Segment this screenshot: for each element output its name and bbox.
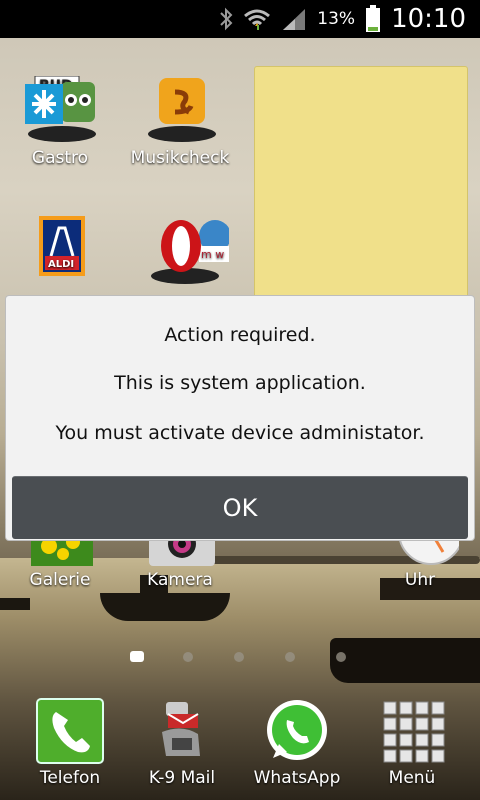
- page-dot[interactable]: [336, 652, 346, 662]
- battery-icon: [365, 5, 381, 33]
- status-bar: 13% 10:10: [0, 0, 480, 38]
- ok-button[interactable]: OK: [12, 476, 468, 539]
- alert-dialog: Action required. This is system applicat…: [5, 295, 475, 541]
- app-label: Kamera: [147, 570, 213, 590]
- dock-k9-mail[interactable]: K-9 Mail: [122, 698, 242, 788]
- aldi-icon: ALDI: [25, 216, 95, 286]
- phone-icon: [36, 698, 104, 764]
- wifi-icon: [243, 7, 271, 31]
- wallpaper-boat: [100, 575, 230, 621]
- dock-menu[interactable]: Menü: [352, 698, 472, 788]
- dock-whatsapp[interactable]: WhatsApp: [237, 698, 357, 788]
- dialog-message: You must activate device administator.: [55, 422, 425, 444]
- app-label: Gastro: [31, 148, 89, 168]
- page-dot-active[interactable]: [130, 651, 144, 662]
- whatsapp-icon: [263, 698, 331, 764]
- page-dot[interactable]: [183, 652, 193, 662]
- dialog-message: This is system application.: [114, 372, 366, 394]
- app-label: Telefon: [39, 768, 101, 788]
- opera-icon: m w: [145, 216, 231, 286]
- app-musikcheck[interactable]: Musikcheck: [120, 76, 240, 168]
- k9-mail-icon: [148, 698, 216, 764]
- signal-icon: [281, 7, 307, 31]
- musikcheck-icon: [145, 76, 216, 146]
- svg-text:m w: m w: [201, 248, 224, 261]
- page-dot[interactable]: [285, 652, 295, 662]
- app-label: K-9 Mail: [148, 768, 216, 788]
- bluetooth-icon: [219, 7, 233, 31]
- page-dot[interactable]: [234, 652, 244, 662]
- app-opera[interactable]: m w: [120, 216, 240, 286]
- app-aldi[interactable]: ALDI: [0, 216, 120, 286]
- wallpaper-boat: [0, 598, 30, 610]
- dialog-title: Action required.: [164, 324, 316, 346]
- page-indicator: [0, 650, 480, 664]
- app-label: WhatsApp: [253, 768, 341, 788]
- svg-text:ALDI: ALDI: [48, 259, 74, 270]
- battery-percent: 13%: [317, 9, 356, 29]
- dock-telefon[interactable]: Telefon: [10, 698, 130, 788]
- app-gastro[interactable]: BUD Gastro: [0, 75, 120, 168]
- app-label: Galerie: [29, 570, 91, 590]
- clock-time: 10:10: [391, 4, 466, 34]
- app-label: Menü: [388, 768, 436, 788]
- note-widget[interactable]: [254, 66, 468, 318]
- app-label: Musikcheck: [130, 148, 230, 168]
- app-label: Uhr: [404, 570, 436, 590]
- gastro-icon: BUD: [25, 75, 96, 146]
- app-grid-icon: [378, 698, 446, 764]
